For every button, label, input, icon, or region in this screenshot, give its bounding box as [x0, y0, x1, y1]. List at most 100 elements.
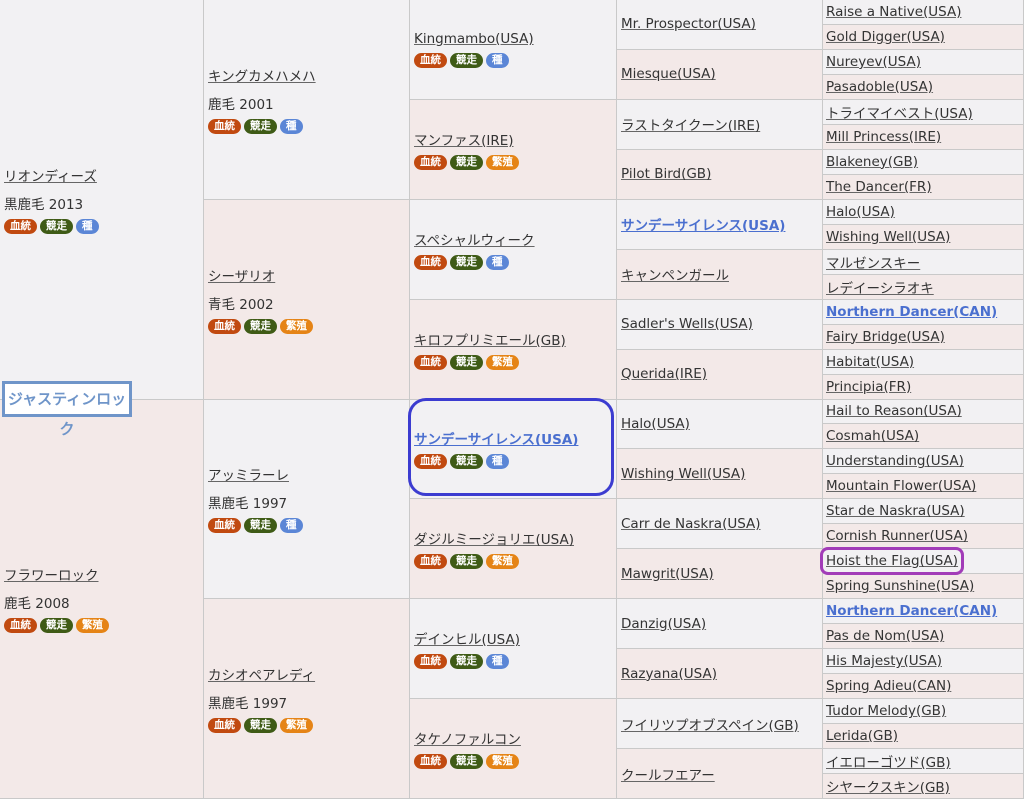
horse-name-link[interactable]: Blakeney(GB): [826, 154, 1023, 170]
horse-name-link[interactable]: Pilot Bird(GB): [621, 166, 822, 182]
race-badge[interactable]: 競走: [244, 118, 277, 134]
horse-name-link[interactable]: Hail to Reason(USA): [826, 403, 1023, 419]
horse-name-link[interactable]: Lerida(GB): [826, 728, 1023, 744]
sire-badge[interactable]: 種: [486, 654, 509, 670]
horse-name-link[interactable]: Halo(USA): [621, 416, 822, 432]
horse-name-link[interactable]: カシオペアレディ: [208, 664, 409, 684]
blood-badge[interactable]: 血統: [208, 518, 241, 534]
horse-name-link[interactable]: Kingmambo(USA): [414, 31, 616, 47]
sire-badge[interactable]: 種: [76, 218, 99, 234]
horse-name-link[interactable]: Spring Sunshine(USA): [826, 578, 1023, 594]
race-badge[interactable]: 競走: [244, 318, 277, 334]
sire-badge[interactable]: 種: [486, 454, 509, 470]
broodmare-badge[interactable]: 繁殖: [486, 354, 519, 370]
horse-name-link[interactable]: トライマイベスト(USA): [826, 102, 1023, 122]
horse-name-link[interactable]: Cosmah(USA): [826, 428, 1023, 444]
broodmare-badge[interactable]: 繁殖: [280, 318, 313, 334]
blood-badge[interactable]: 血統: [414, 554, 447, 570]
horse-name-link[interactable]: Querida(IRE): [621, 366, 822, 382]
horse-name-link[interactable]: クールフエアー: [621, 764, 822, 784]
race-badge[interactable]: 競走: [450, 454, 483, 470]
horse-name-link[interactable]: キャンペンガール: [621, 264, 822, 284]
broodmare-badge[interactable]: 繁殖: [486, 154, 519, 170]
horse-name-link[interactable]: スペシャルウィーク: [414, 229, 616, 249]
blood-badge[interactable]: 血統: [208, 318, 241, 334]
horse-name-link[interactable]: サンデーサイレンス(USA): [621, 214, 822, 234]
race-badge[interactable]: 競走: [244, 718, 277, 734]
blood-badge[interactable]: 血統: [208, 118, 241, 134]
blood-badge[interactable]: 血統: [414, 254, 447, 270]
blood-badge[interactable]: 血統: [208, 718, 241, 734]
blood-badge[interactable]: 血統: [414, 654, 447, 670]
sire-badge[interactable]: 種: [486, 254, 509, 270]
horse-name-link[interactable]: Star de Naskra(USA): [826, 503, 1023, 519]
race-badge[interactable]: 競走: [450, 354, 483, 370]
horse-name-link[interactable]: His Majesty(USA): [826, 653, 1023, 669]
horse-name-link[interactable]: Halo(USA): [826, 204, 1023, 220]
horse-name-link[interactable]: Tudor Melody(GB): [826, 703, 1023, 719]
horse-name-link[interactable]: Habitat(USA): [826, 354, 1023, 370]
horse-name-link[interactable]: デインヒル(USA): [414, 628, 616, 648]
horse-name-link[interactable]: マルゼンスキー: [826, 252, 1023, 272]
horse-name-link[interactable]: シーザリオ: [208, 265, 409, 285]
horse-name-link[interactable]: Principia(FR): [826, 379, 1023, 395]
horse-name-link[interactable]: Sadler's Wells(USA): [621, 316, 822, 332]
broodmare-badge[interactable]: 繁殖: [76, 618, 109, 634]
race-badge[interactable]: 競走: [450, 254, 483, 270]
horse-name-link[interactable]: Gold Digger(USA): [826, 29, 1023, 45]
horse-name-link[interactable]: タケノファルコン: [414, 728, 616, 748]
blood-badge[interactable]: 血統: [414, 754, 447, 770]
horse-name-link[interactable]: レデイーシラオキ: [826, 277, 1023, 297]
horse-name-link[interactable]: Danzig(USA): [621, 616, 822, 632]
horse-name-link[interactable]: アッミラーレ: [208, 464, 409, 484]
horse-name-link[interactable]: シヤークスキン(GB): [826, 776, 1023, 796]
race-badge[interactable]: 競走: [450, 554, 483, 570]
race-badge[interactable]: 競走: [450, 154, 483, 170]
horse-name-link[interactable]: Spring Adieu(CAN): [826, 678, 1023, 694]
horse-name-link[interactable]: フラワーロック: [4, 564, 203, 584]
sire-badge[interactable]: 種: [486, 52, 509, 68]
horse-name-link[interactable]: Miesque(USA): [621, 66, 822, 82]
horse-name-link[interactable]: Cornish Runner(USA): [826, 528, 1023, 544]
horse-name-link[interactable]: Mill Princess(IRE): [826, 129, 1023, 145]
horse-name-link[interactable]: Nureyev(USA): [826, 54, 1023, 70]
race-badge[interactable]: 競走: [450, 654, 483, 670]
horse-name-link[interactable]: フイリツプオブスペイン(GB): [621, 714, 822, 734]
horse-name-link[interactable]: Fairy Bridge(USA): [826, 329, 1023, 345]
horse-name-link[interactable]: Northern Dancer(CAN): [826, 603, 1023, 619]
race-badge[interactable]: 競走: [450, 754, 483, 770]
horse-name-link[interactable]: Pasadoble(USA): [826, 79, 1023, 95]
horse-name-link[interactable]: Wishing Well(USA): [621, 466, 822, 482]
horse-name-link[interactable]: マンファス(IRE): [414, 129, 616, 149]
blood-badge[interactable]: 血統: [4, 218, 37, 234]
horse-name-link[interactable]: ラストタイクーン(IRE): [621, 114, 822, 134]
blood-badge[interactable]: 血統: [414, 354, 447, 370]
horse-name-link[interactable]: Northern Dancer(CAN): [826, 304, 1023, 320]
horse-name-link[interactable]: Carr de Naskra(USA): [621, 516, 822, 532]
sire-badge[interactable]: 種: [280, 118, 303, 134]
broodmare-badge[interactable]: 繁殖: [486, 554, 519, 570]
sire-badge[interactable]: 種: [280, 518, 303, 534]
blood-badge[interactable]: 血統: [414, 154, 447, 170]
race-badge[interactable]: 競走: [244, 518, 277, 534]
race-badge[interactable]: 競走: [40, 218, 73, 234]
horse-name-link[interactable]: Wishing Well(USA): [826, 229, 1023, 245]
horse-name-link[interactable]: Mawgrit(USA): [621, 566, 822, 582]
horse-name-link[interactable]: リオンディーズ: [4, 165, 203, 185]
horse-name-link[interactable]: Raise a Native(USA): [826, 4, 1023, 20]
horse-name-link[interactable]: Pas de Nom(USA): [826, 628, 1023, 644]
blood-badge[interactable]: 血統: [414, 52, 447, 68]
blood-badge[interactable]: 血統: [414, 454, 447, 470]
broodmare-badge[interactable]: 繁殖: [280, 718, 313, 734]
horse-name-link[interactable]: キングカメハメハ: [208, 65, 409, 85]
horse-name-link[interactable]: サンデーサイレンス(USA): [414, 428, 616, 448]
horse-name-link[interactable]: ダジルミージョリエ(USA): [414, 528, 616, 548]
horse-name-link[interactable]: The Dancer(FR): [826, 179, 1023, 195]
horse-name-link[interactable]: Understanding(USA): [826, 453, 1023, 469]
blood-badge[interactable]: 血統: [4, 618, 37, 634]
race-badge[interactable]: 競走: [40, 618, 73, 634]
horse-name-link[interactable]: Razyana(USA): [621, 666, 822, 682]
horse-name-link[interactable]: Mountain Flower(USA): [826, 478, 1023, 494]
horse-name-link[interactable]: キロフプリミエール(GB): [414, 329, 616, 349]
horse-name-link[interactable]: Mr. Prospector(USA): [621, 16, 822, 32]
